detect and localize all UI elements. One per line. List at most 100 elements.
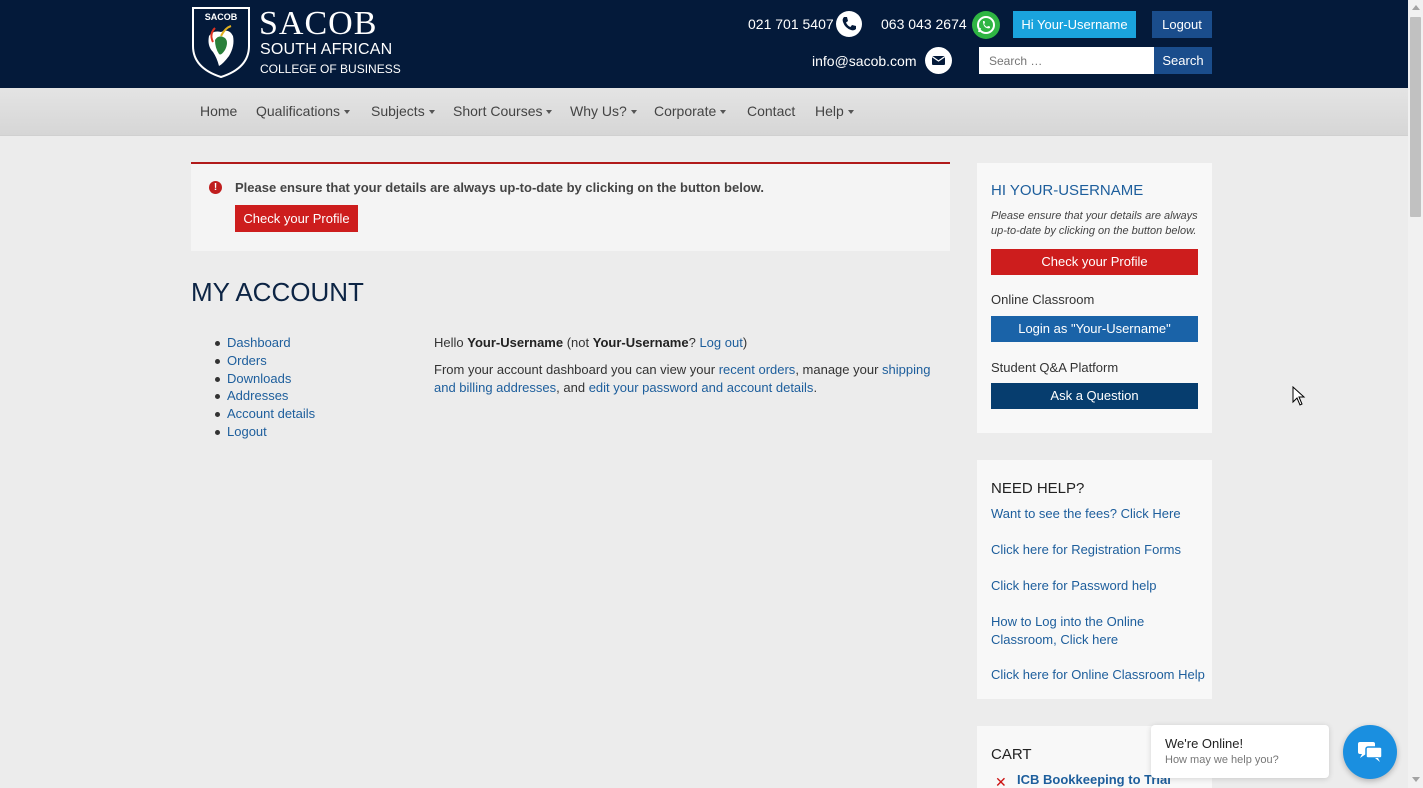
widget-title: HI YOUR-USERNAME <box>991 182 1144 199</box>
chat-title: We're Online! <box>1165 736 1244 751</box>
brand-name: SACOB <box>259 5 378 42</box>
widget-title: NEED HELP? <box>991 480 1085 497</box>
caret-down-icon <box>344 110 351 115</box>
chat-icon[interactable] <box>1343 725 1397 779</box>
phone-number-1[interactable]: 021 701 5407 <box>748 16 834 32</box>
chat-subtitle: How may we help you? <box>1165 754 1279 766</box>
account-nav-item: Account details <box>213 405 315 423</box>
account-nav-item: Logout <box>213 423 315 441</box>
account-nav-logout[interactable]: Logout <box>227 424 267 439</box>
caret-down-icon <box>720 110 727 115</box>
intro-line: From your account dashboard you can view… <box>434 361 934 397</box>
search-button[interactable]: Search <box>1154 47 1212 74</box>
main-navigation: Home Qualifications Subjects Short Cours… <box>0 88 1408 136</box>
username-repeat: Your-Username <box>592 335 689 350</box>
username: Your-Username <box>467 335 564 350</box>
classroom-help-link[interactable]: Click here for Online Classroom Help <box>991 666 1206 684</box>
check-profile-button[interactable]: Check your Profile <box>235 205 358 232</box>
intro-text: From your account dashboard you can view… <box>434 362 716 377</box>
manage-text: , manage your <box>795 362 879 377</box>
registration-forms-link[interactable]: Click here for Registration Forms <box>991 541 1206 559</box>
edit-account-link[interactable]: edit your password and account details <box>589 380 814 395</box>
account-nav-item: Dashboard <box>213 334 315 352</box>
account-nav-account-details[interactable]: Account details <box>227 406 315 421</box>
password-help-link[interactable]: Click here for Password help <box>991 577 1206 595</box>
hello-text: Hello <box>434 335 464 350</box>
alert-message: Please ensure that your details are alwa… <box>235 180 765 195</box>
phone-icon[interactable] <box>836 11 862 37</box>
account-nav-orders[interactable]: Orders <box>227 353 267 368</box>
widget-title: CART <box>991 746 1032 763</box>
account-nav-addresses[interactable]: Addresses <box>227 388 288 403</box>
period: . <box>813 380 818 395</box>
account-nav-dashboard[interactable]: Dashboard <box>227 335 291 350</box>
classroom-login-button[interactable]: Login as "Your-Username" <box>991 316 1198 342</box>
account-nav-downloads[interactable]: Downloads <box>227 371 291 386</box>
account-nav-item: Addresses <box>213 387 315 405</box>
logout-button[interactable]: Logout <box>1152 11 1212 38</box>
ask-question-button[interactable]: Ask a Question <box>991 383 1198 409</box>
account-navigation: Dashboard Orders Downloads Addresses Acc… <box>213 334 315 441</box>
dashboard-content: Hello Your-Username (not Your-Username? … <box>434 334 934 406</box>
remove-item-icon[interactable]: ✕ <box>995 774 1007 788</box>
cart-item-link[interactable]: ICB Bookkeeping to Trial <box>1017 772 1171 787</box>
nav-corporate[interactable]: Corporate <box>654 103 727 119</box>
nav-label: Subjects <box>371 103 425 119</box>
search-input[interactable] <box>979 47 1154 74</box>
fees-link[interactable]: Want to see the fees? Click Here <box>991 505 1206 523</box>
brand-line-2: COLLEGE OF BUSINESS <box>260 62 401 76</box>
qa-platform-label: Student Q&A Platform <box>991 360 1119 375</box>
and-text: , and <box>556 380 586 395</box>
account-nav-item: Orders <box>213 352 315 370</box>
classroom-login-help-link[interactable]: How to Log into the Online Classroom, Cl… <box>991 613 1161 649</box>
nav-short-courses[interactable]: Short Courses <box>453 103 553 119</box>
nav-qualifications[interactable]: Qualifications <box>256 103 351 119</box>
hello-line: Hello Your-Username (not Your-Username? … <box>434 334 934 352</box>
nav-label: Qualifications <box>256 103 341 119</box>
recent-orders-link[interactable]: recent orders <box>719 362 796 377</box>
site-logo[interactable]: SACOB SACOB SOUTH AFRICAN COLLEGE OF BUS… <box>191 6 406 80</box>
help-widget: NEED HELP? Want to see the fees? Click H… <box>977 460 1212 699</box>
sidebar-check-profile-button[interactable]: Check your Profile <box>991 249 1198 275</box>
caret-down-icon <box>546 110 553 115</box>
scrollbar-thumb[interactable] <box>1410 17 1421 217</box>
nav-label: Help <box>815 103 844 119</box>
nav-label: Contact <box>747 103 796 119</box>
nav-help[interactable]: Help <box>815 103 854 119</box>
phone-number-2[interactable]: 063 043 2674 <box>881 16 967 32</box>
nav-label: Home <box>200 103 238 119</box>
brand-line-1: SOUTH AFRICAN <box>260 41 393 58</box>
caret-down-icon <box>428 110 435 115</box>
page-scrollbar[interactable] <box>1408 0 1423 788</box>
nav-label: Why Us? <box>570 103 627 119</box>
site-header: SACOB SACOB SOUTH AFRICAN COLLEGE OF BUS… <box>0 0 1408 88</box>
mail-icon[interactable] <box>925 47 952 74</box>
nav-subjects[interactable]: Subjects <box>371 103 435 119</box>
not-text: (not <box>566 335 590 350</box>
close-paren: ) <box>742 335 748 350</box>
nav-why-us[interactable]: Why Us? <box>570 103 637 119</box>
nav-label: Corporate <box>654 103 717 119</box>
scroll-up-arrow-icon[interactable] <box>1412 5 1420 10</box>
caret-down-icon <box>630 110 637 115</box>
mouse-cursor-icon <box>1292 386 1306 406</box>
chat-greeting[interactable]: We're Online! How may we help you? <box>1151 725 1329 778</box>
question-mark: ? <box>688 335 696 350</box>
user-profile-widget: HI YOUR-USERNAME Please ensure that your… <box>977 163 1212 433</box>
alert-icon: ! <box>209 181 222 194</box>
logo-badge-text: SACOB <box>205 12 238 22</box>
nav-contact[interactable]: Contact <box>747 103 795 119</box>
nav-home[interactable]: Home <box>200 103 237 119</box>
user-greeting-button[interactable]: Hi Your-Username <box>1013 11 1136 38</box>
widget-description: Please ensure that your details are alwa… <box>991 210 1198 237</box>
logout-link[interactable]: Log out <box>699 335 742 350</box>
caret-down-icon <box>847 110 854 115</box>
email-address[interactable]: info@sacob.com <box>812 53 916 69</box>
account-nav-item: Downloads <box>213 370 315 388</box>
scroll-down-arrow-icon[interactable] <box>1412 777 1420 782</box>
shield-logo-icon: SACOB <box>192 7 250 78</box>
nav-label: Short Courses <box>453 103 543 119</box>
profile-alert: ! Please ensure that your details are al… <box>191 162 950 251</box>
whatsapp-icon[interactable] <box>972 11 1000 39</box>
page-title: MY ACCOUNT <box>191 277 364 307</box>
